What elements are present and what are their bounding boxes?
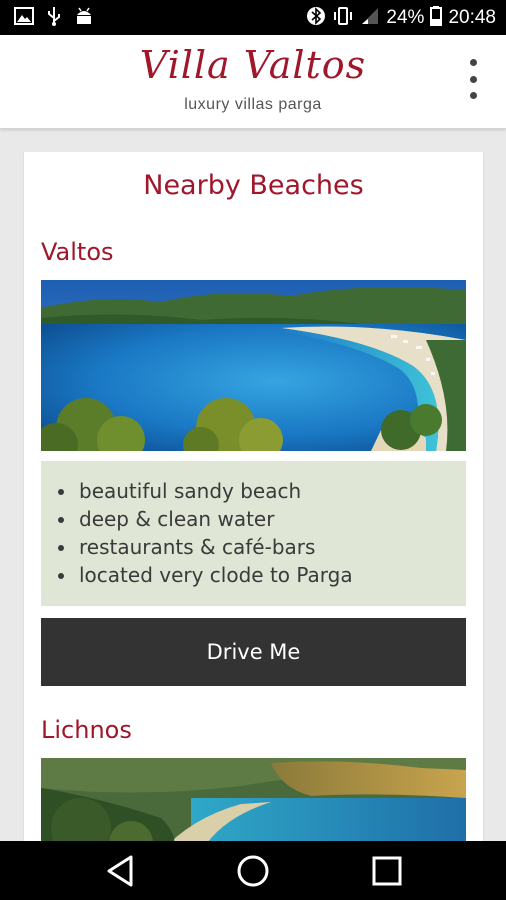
usb-icon bbox=[46, 6, 62, 30]
gallery-icon bbox=[14, 6, 34, 29]
bluetooth-icon bbox=[306, 6, 326, 30]
clock: 20:48 bbox=[448, 6, 496, 28]
signal-icon bbox=[360, 6, 380, 30]
feature-item: beautiful sandy beach bbox=[77, 477, 466, 505]
battery-percent: 24% bbox=[386, 6, 425, 28]
recents-icon[interactable] bbox=[369, 853, 405, 889]
app-header: Villa Valtos luxury villas parga bbox=[0, 35, 506, 129]
page-title: Nearby Beaches bbox=[143, 170, 364, 201]
android-debug-icon bbox=[74, 6, 94, 30]
feature-item: restaurants & café-bars bbox=[77, 533, 466, 561]
feature-item: located very clode to Parga bbox=[77, 561, 466, 589]
overflow-menu-icon[interactable] bbox=[466, 59, 480, 99]
valtos-features: beautiful sandy beach deep & clean water… bbox=[41, 461, 466, 606]
vibrate-icon bbox=[332, 6, 354, 30]
feature-item: deep & clean water bbox=[77, 505, 466, 533]
system-icons: 24% 20:48 bbox=[306, 5, 496, 30]
notification-icons bbox=[14, 6, 94, 30]
home-icon[interactable] bbox=[235, 853, 271, 889]
lichnos-beach-image bbox=[41, 758, 466, 852]
beaches-card: Nearby Beaches Valtos • beautiful sandy … bbox=[24, 152, 483, 852]
beach-name-lichnos: Lichnos bbox=[41, 716, 132, 744]
system-navigation-bar bbox=[0, 841, 506, 900]
drive-me-button[interactable]: Drive Me bbox=[41, 618, 466, 686]
valtos-beach-image bbox=[41, 280, 466, 451]
battery-icon bbox=[430, 5, 443, 30]
beach-name-valtos: Valtos bbox=[41, 238, 114, 266]
logo-title: Villa Valtos bbox=[139, 43, 367, 87]
status-bar: 24% 20:48 bbox=[0, 0, 506, 35]
logo-subtitle: luxury villas parga bbox=[184, 96, 322, 113]
back-icon[interactable] bbox=[102, 853, 138, 889]
